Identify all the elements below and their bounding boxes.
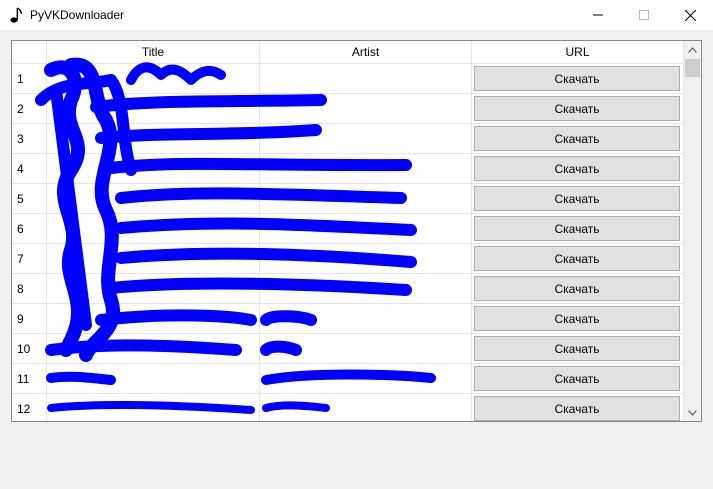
chevron-down-icon (688, 409, 697, 416)
scroll-up-button[interactable] (684, 41, 701, 58)
url-cell: Скачать (472, 364, 684, 394)
row-number[interactable]: 1 (12, 64, 47, 94)
url-cell: Скачать (472, 334, 684, 364)
row-number[interactable]: 12 (12, 394, 47, 421)
close-icon (684, 9, 696, 21)
table-row[interactable]: 6 Скачать (12, 214, 684, 244)
row-number[interactable]: 3 (12, 124, 47, 154)
download-button[interactable]: Скачать (474, 366, 680, 391)
vertical-scrollbar[interactable] (684, 41, 701, 421)
artist-cell[interactable] (260, 394, 472, 421)
download-button[interactable]: Скачать (474, 276, 680, 301)
download-button[interactable]: Скачать (474, 156, 680, 181)
artist-cell[interactable] (260, 154, 472, 184)
artist-cell[interactable] (260, 64, 472, 94)
row-number[interactable]: 9 (12, 304, 47, 334)
header-title[interactable]: Title (47, 41, 260, 64)
url-cell: Скачать (472, 124, 684, 154)
table-row[interactable]: 10 Скачать (12, 334, 684, 364)
maximize-icon (639, 10, 649, 20)
download-button[interactable]: Скачать (474, 66, 680, 91)
title-cell[interactable] (47, 364, 260, 394)
table-row[interactable]: 1 Скачать (12, 64, 684, 94)
row-number[interactable]: 4 (12, 154, 47, 184)
url-cell: Скачать (472, 154, 684, 184)
row-number[interactable]: 2 (12, 94, 47, 124)
url-cell: Скачать (472, 244, 684, 274)
corner-header[interactable] (12, 41, 47, 64)
url-cell: Скачать (472, 304, 684, 334)
table-row[interactable]: 12 Скачать (12, 394, 684, 421)
table-row[interactable]: 7 Скачать (12, 244, 684, 274)
download-button[interactable]: Скачать (474, 96, 680, 121)
artist-cell[interactable] (260, 124, 472, 154)
url-cell: Скачать (472, 94, 684, 124)
chevron-up-icon (688, 46, 697, 53)
minimize-button[interactable] (575, 0, 621, 30)
row-number[interactable]: 10 (12, 334, 47, 364)
table-row[interactable]: 3 Скачать (12, 124, 684, 154)
artist-cell[interactable] (260, 364, 472, 394)
scroll-down-button[interactable] (684, 404, 701, 421)
table-row[interactable]: 2 Скачать (12, 94, 684, 124)
artist-cell[interactable] (260, 274, 472, 304)
table-row[interactable]: 11 Скачать (12, 364, 684, 394)
title-bar: PyVKDownloader (0, 0, 713, 30)
download-button[interactable]: Скачать (474, 186, 680, 211)
artist-cell[interactable] (260, 304, 472, 334)
download-button[interactable]: Скачать (474, 306, 680, 331)
title-cell[interactable] (47, 184, 260, 214)
title-cell[interactable] (47, 274, 260, 304)
row-number[interactable]: 11 (12, 364, 47, 394)
download-button[interactable]: Скачать (474, 336, 680, 361)
tracks-table: Title Artist URL 1 Скачать 2 Скачать 3 Скачат… (11, 40, 702, 422)
url-cell: Скачать (472, 64, 684, 94)
close-button[interactable] (667, 0, 713, 30)
header-artist[interactable]: Artist (260, 41, 472, 64)
download-button[interactable]: Скачать (474, 396, 680, 421)
url-cell: Скачать (472, 184, 684, 214)
row-number[interactable]: 7 (12, 244, 47, 274)
title-cell[interactable] (47, 214, 260, 244)
download-button[interactable]: Скачать (474, 126, 680, 151)
minimize-icon (593, 14, 603, 16)
artist-cell[interactable] (260, 244, 472, 274)
title-cell[interactable] (47, 124, 260, 154)
download-button[interactable]: Скачать (474, 246, 680, 271)
row-number[interactable]: 5 (12, 184, 47, 214)
window-title: PyVKDownloader (30, 8, 125, 22)
download-button[interactable]: Скачать (474, 216, 680, 241)
title-cell[interactable] (47, 304, 260, 334)
artist-cell[interactable] (260, 214, 472, 244)
header-url[interactable]: URL (472, 41, 684, 64)
maximize-button[interactable] (621, 0, 667, 30)
title-cell[interactable] (47, 94, 260, 124)
url-cell: Скачать (472, 214, 684, 244)
url-cell: Скачать (472, 274, 684, 304)
title-cell[interactable] (47, 154, 260, 184)
artist-cell[interactable] (260, 94, 472, 124)
artist-cell[interactable] (260, 334, 472, 364)
url-cell: Скачать (472, 394, 684, 421)
table-row[interactable]: 5 Скачать (12, 184, 684, 214)
title-cell[interactable] (47, 244, 260, 274)
table-row[interactable]: 8 Скачать (12, 274, 684, 304)
scroll-thumb[interactable] (685, 59, 700, 77)
title-cell[interactable] (47, 334, 260, 364)
music-note-icon (10, 7, 23, 23)
row-number[interactable]: 6 (12, 214, 47, 244)
title-cell[interactable] (47, 64, 260, 94)
row-number[interactable]: 8 (12, 274, 47, 304)
artist-cell[interactable] (260, 184, 472, 214)
table-row[interactable]: 9 Скачать (12, 304, 684, 334)
title-cell[interactable] (47, 394, 260, 421)
table-row[interactable]: 4 Скачать (12, 154, 684, 184)
